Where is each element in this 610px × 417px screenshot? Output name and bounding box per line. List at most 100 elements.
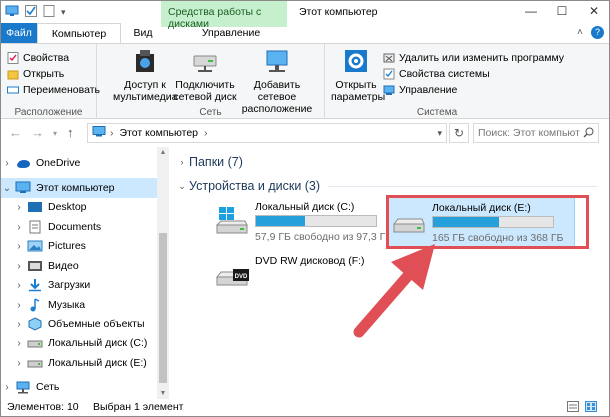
chevron-right-icon[interactable]: › xyxy=(13,280,25,291)
windows-drive-icon xyxy=(215,205,249,237)
nav-item-drive-e[interactable]: › Локальный диск (E:) xyxy=(13,353,169,373)
selection-count: Выбран 1 элемент xyxy=(93,401,184,413)
nav-item-videos[interactable]: › Видео xyxy=(13,256,169,276)
forward-arrow-icon[interactable]: → xyxy=(31,125,44,140)
management-icon xyxy=(383,84,395,96)
collapse-ribbon-button[interactable]: ˄ xyxy=(577,27,583,38)
address-dropdown-icon[interactable]: ▾ xyxy=(437,128,442,139)
map-network-drive-button[interactable]: Подключить сетевой диск xyxy=(173,48,237,103)
devices-group-header[interactable]: ⌄ Устройства и диски (3) xyxy=(177,179,597,193)
ribbon-group-system: Открыть параметры Удалить или изменить п… xyxy=(325,44,564,120)
computer-management-button[interactable]: Управление xyxy=(383,82,564,98)
hard-drive-icon xyxy=(27,336,43,350)
nav-item-desktop[interactable]: › Desktop xyxy=(13,197,169,217)
drive-name: Локальный диск (C:) xyxy=(255,201,355,213)
breadcrumb-separator-icon: › xyxy=(204,127,208,139)
media-access-button[interactable]: Доступ к мультимедиа xyxy=(113,48,177,103)
minimize-button[interactable]: — xyxy=(525,4,537,18)
download-arrow-icon xyxy=(27,278,43,292)
chevron-right-icon[interactable]: › xyxy=(13,300,25,311)
settings-gear-icon xyxy=(341,48,371,76)
tab-computer[interactable]: Компьютер xyxy=(37,23,121,43)
properties-button[interactable]: Свойства xyxy=(7,50,100,66)
chevron-right-icon[interactable]: › xyxy=(13,202,25,213)
annotation-arrow-icon xyxy=(353,244,435,338)
chevron-right-icon[interactable]: › xyxy=(13,358,25,369)
drive-usage-bar xyxy=(255,215,377,227)
nav-item-onedrive[interactable]: › OneDrive xyxy=(1,153,157,173)
group-divider xyxy=(328,185,597,187)
system-properties-button[interactable]: Свойства системы xyxy=(383,66,564,82)
network-icon xyxy=(15,380,31,394)
nav-item-network[interactable]: › Сеть xyxy=(1,377,157,397)
open-folder-icon xyxy=(7,68,19,80)
window-title: Этот компьютер xyxy=(299,6,378,18)
qat-dropdown-icon[interactable]: ▾ xyxy=(61,7,66,18)
chevron-right-icon[interactable]: › xyxy=(177,157,187,167)
nav-item-this-pc[interactable]: ⌄ Этот компьютер xyxy=(1,178,157,198)
network-location-icon xyxy=(262,48,292,76)
computer-icon xyxy=(92,126,106,140)
maximize-button[interactable]: ☐ xyxy=(556,4,568,18)
system-check-icon xyxy=(383,68,395,80)
scroll-down-icon[interactable]: ▼ xyxy=(157,390,169,397)
drive-usage-fill xyxy=(256,216,305,226)
address-bar-row: ← → ▾ ↑ › Этот компьютер › ▾ ↻ Поиск: Эт… xyxy=(1,119,609,147)
computer-icon xyxy=(15,181,31,195)
item-count: Элементов: 10 xyxy=(7,401,79,413)
rename-icon xyxy=(7,84,19,96)
uninstall-program-button[interactable]: Удалить или изменить программу xyxy=(383,50,564,66)
group-label-location: Расположение xyxy=(14,107,83,118)
address-input[interactable]: › Этот компьютер › ▾ xyxy=(87,123,447,143)
nav-item-drive-c[interactable]: › Локальный диск (C:) xyxy=(13,333,169,353)
breadcrumb-separator-icon: › xyxy=(110,127,114,139)
recent-chevron-icon[interactable]: ▾ xyxy=(53,129,57,138)
search-icon xyxy=(583,127,594,141)
open-button[interactable]: Открыть xyxy=(7,66,100,82)
details-view-icon[interactable] xyxy=(567,401,579,415)
tab-file[interactable]: Файл xyxy=(1,23,37,43)
breadcrumb[interactable]: Этот компьютер xyxy=(120,127,199,139)
close-button[interactable]: ✕ xyxy=(588,4,600,18)
refresh-icon[interactable]: ↻ xyxy=(449,123,469,143)
rename-button[interactable]: Переименовать xyxy=(7,82,100,98)
chevron-right-icon[interactable]: › xyxy=(13,241,25,252)
nav-item-downloads[interactable]: › Загрузки xyxy=(13,275,169,295)
chevron-right-icon[interactable]: › xyxy=(13,222,25,233)
computer-icon xyxy=(5,5,19,20)
chevron-right-icon[interactable]: › xyxy=(13,261,25,272)
up-arrow-icon[interactable]: ↑ xyxy=(67,125,74,140)
chevron-down-icon[interactable]: ⌄ xyxy=(1,183,13,194)
nav-item-3d-objects[interactable]: › Объемные объекты xyxy=(13,314,169,334)
ribbon-tabs: Файл Компьютер Вид Управление ˄ ? xyxy=(1,23,609,43)
chevron-right-icon[interactable]: › xyxy=(13,338,25,349)
tab-manage[interactable]: Управление xyxy=(201,23,261,43)
ribbon-group-network: Доступ к мультимедиа Подключить сетевой … xyxy=(97,44,325,120)
nav-item-pictures[interactable]: › Pictures xyxy=(13,236,169,256)
add-network-location-button[interactable]: Добавить сетевое расположение xyxy=(235,48,319,115)
nav-item-music[interactable]: › Музыка xyxy=(13,295,169,315)
chevron-right-icon[interactable]: › xyxy=(1,382,13,393)
quick-access-toolbar: ▾ xyxy=(5,5,66,20)
navigation-pane: › OneDrive ⌄ Этот компьютер › Desktop › … xyxy=(1,147,169,399)
scroll-up-icon[interactable]: ▲ xyxy=(157,149,169,156)
tab-view[interactable]: Вид xyxy=(125,23,161,43)
network-drive-icon xyxy=(190,48,220,76)
chevron-right-icon[interactable]: › xyxy=(13,319,25,330)
folders-group-header[interactable]: › Папки (7) xyxy=(177,155,597,169)
chevron-right-icon[interactable]: › xyxy=(1,158,13,169)
properties-check-icon[interactable] xyxy=(25,5,37,20)
back-arrow-icon[interactable]: ← xyxy=(9,125,22,140)
svg-text:DVD: DVD xyxy=(235,274,248,280)
new-folder-icon[interactable] xyxy=(43,5,55,20)
onedrive-cloud-icon xyxy=(15,156,31,170)
chevron-down-icon[interactable]: ⌄ xyxy=(177,181,187,192)
desktop-icon xyxy=(27,200,43,214)
nav-item-documents[interactable]: › Documents xyxy=(13,217,169,237)
tiles-view-icon[interactable] xyxy=(585,401,597,415)
nav-scrollbar-thumb[interactable] xyxy=(159,233,167,383)
search-input[interactable]: Поиск: Этот компьют xyxy=(473,123,599,143)
open-settings-button[interactable]: Открыть параметры xyxy=(331,48,385,103)
group-label-system: Система xyxy=(416,107,458,118)
help-button[interactable]: ? xyxy=(591,26,604,39)
